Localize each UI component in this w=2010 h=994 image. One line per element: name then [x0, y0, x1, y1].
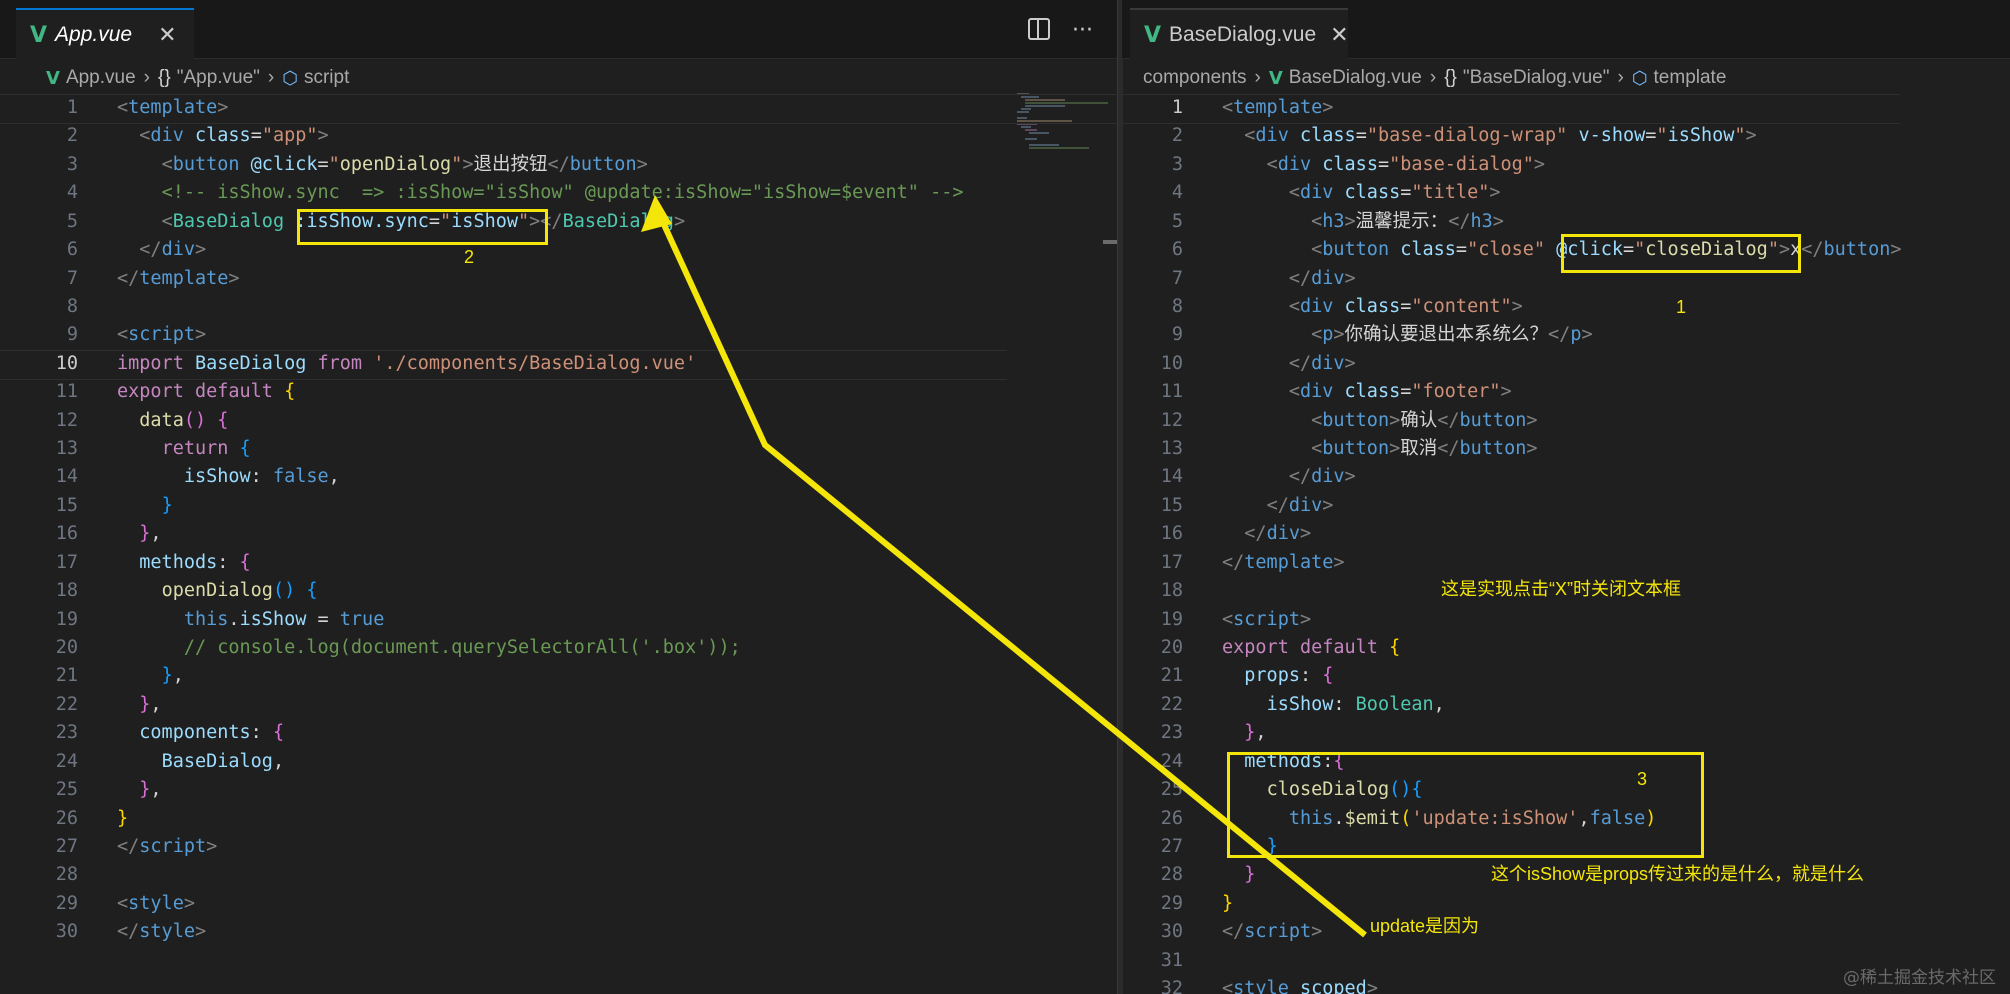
annotation-note-update: update是因为 [1370, 916, 1480, 936]
watermark: @稀土掘金技术社区 [1843, 968, 1996, 988]
annotation-label-3: 3 [1637, 769, 1648, 789]
annotation-label-2: 2 [464, 247, 475, 267]
annotation-arrow [641, 195, 1367, 938]
annotation-note-close: 这是实现点击“X”时关闭文本框 [1441, 579, 1681, 599]
annotation-label-1: 1 [1676, 297, 1687, 317]
arrow-line [652, 203, 1367, 938]
annotation-note-props: 这个isShow是props传过来的是什么，就是什么 [1491, 864, 1865, 884]
